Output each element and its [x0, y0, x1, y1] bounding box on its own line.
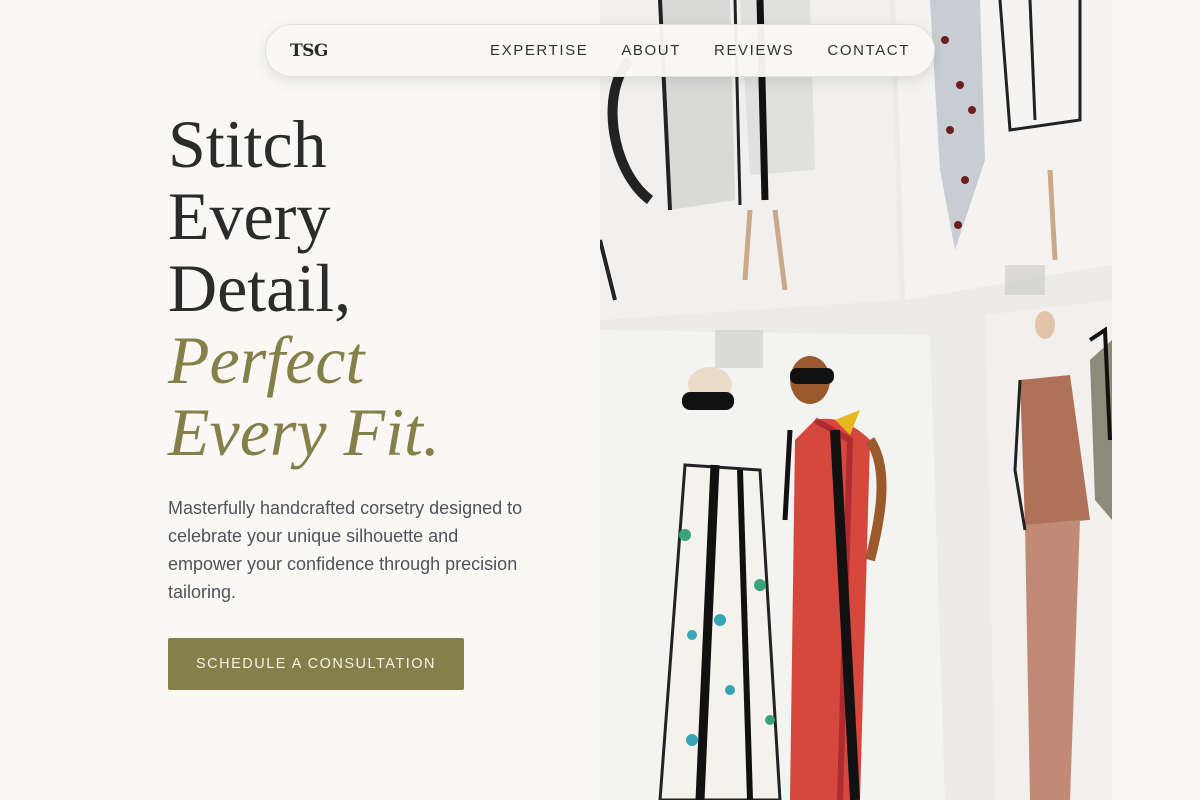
hero-subtext: Masterfully handcrafted corsetry designe… [168, 498, 523, 602]
nav-link-about[interactable]: ABOUT [621, 42, 681, 59]
nav-link-contact[interactable]: CONTACT [827, 42, 910, 59]
headline-accent-line: Perfect [168, 322, 365, 398]
nav-links: EXPERTISE ABOUT REVIEWS CONTACT [490, 42, 910, 59]
top-navigation: TSG EXPERTISE ABOUT REVIEWS CONTACT [265, 24, 935, 77]
schedule-consultation-button[interactable]: SCHEDULE A CONSULTATION [168, 638, 464, 690]
headline-line: Detail, [168, 250, 352, 326]
headline-line: Every [168, 178, 331, 254]
nav-link-reviews[interactable]: REVIEWS [714, 42, 794, 59]
nav-link-expertise[interactable]: EXPERTISE [490, 42, 588, 59]
headline-line: Stitch [168, 106, 327, 182]
hero-image [600, 0, 1112, 800]
headline-accent-line: Every Fit. [168, 394, 440, 470]
brand-logo[interactable]: TSG [290, 41, 328, 61]
hero-headline: Stitch Every Detail, Perfect Every Fit. [168, 108, 440, 468]
fashion-sketches-illustration [600, 0, 1112, 800]
